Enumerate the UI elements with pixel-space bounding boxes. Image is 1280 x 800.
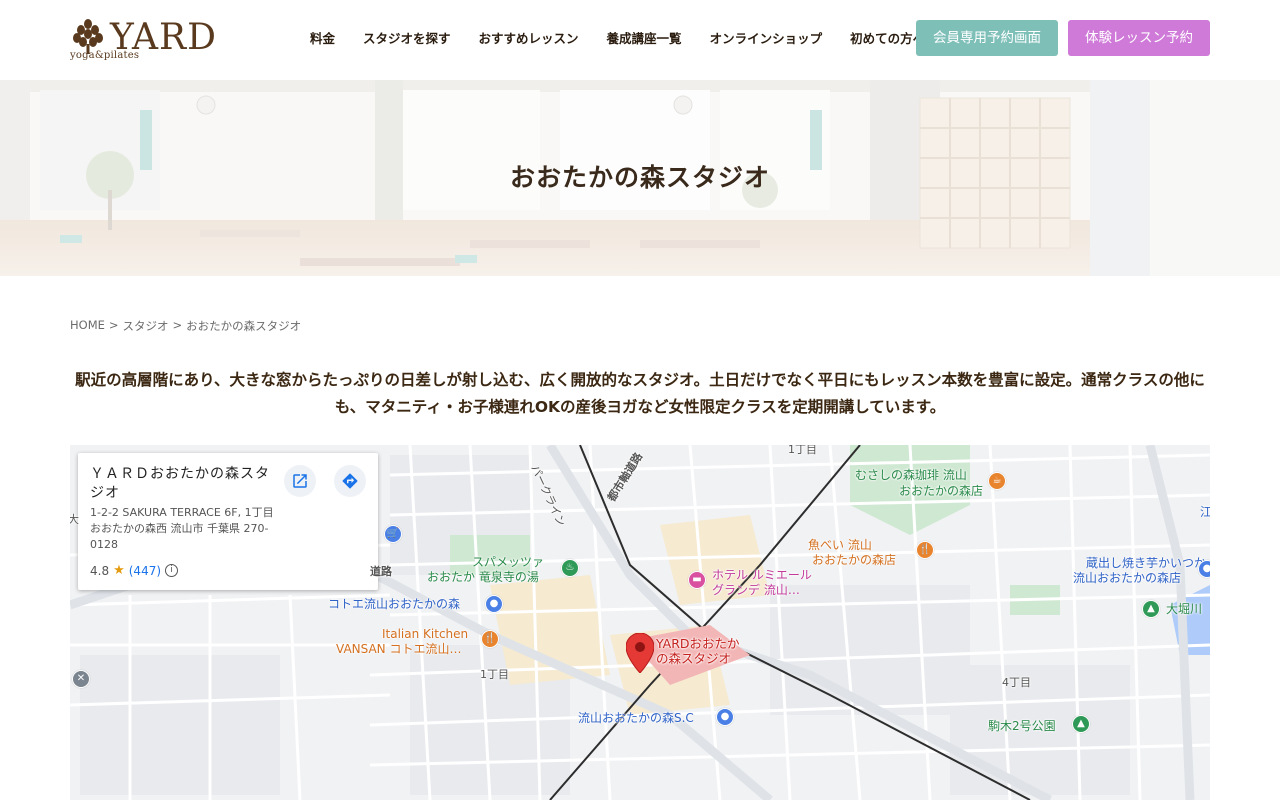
- shopping-cart-pin-icon[interactable]: 🛒: [384, 525, 402, 543]
- site-header: YARD yoga&pilates 料金 スタジオを探す おすすめレッスン 養成…: [0, 0, 1280, 80]
- location-marker-icon[interactable]: [626, 633, 654, 673]
- map-label-uobei-1[interactable]: 魚べい 流山: [808, 538, 872, 552]
- closed-place-pin-icon[interactable]: ✕: [72, 670, 90, 688]
- map-label-cotoe[interactable]: コトエ流山おおたかの森: [328, 597, 460, 611]
- google-map[interactable]: ＹＡＲＤおおたかの森スタジオ 1-2-2 SAKURA TERRACE 6F, …: [70, 445, 1210, 800]
- map-label-1chome-mid: 1丁目: [480, 668, 509, 681]
- member-reservation-button[interactable]: 会員専用予約画面: [916, 20, 1058, 56]
- place-address: 1-2-2 SAKURA TERRACE 6F, 1丁目 おおたかの森西 流山市…: [90, 506, 274, 551]
- breadcrumb-current: おおたかの森スタジオ: [186, 319, 302, 333]
- map-label-italian-2[interactable]: VANSAN コトエ流山…: [336, 642, 461, 656]
- map-label-oohori[interactable]: 大堀川: [1166, 602, 1202, 616]
- map-label-hotel-1[interactable]: ホテル ルミエール: [712, 568, 812, 582]
- map-label-hotel-2[interactable]: グランデ 流山…: [712, 583, 800, 597]
- map-label-kura-1[interactable]: 蔵出し焼き芋かいつか: [1086, 556, 1206, 570]
- page-title: おおたかの森スタジオ: [509, 163, 770, 192]
- sc-pin-icon[interactable]: ●: [716, 708, 734, 726]
- nav-training-courses[interactable]: 養成講座一覧: [593, 28, 696, 50]
- place-name[interactable]: ＹＡＲＤおおたかの森スタジオ: [90, 465, 280, 503]
- map-label-sc[interactable]: 流山おおたかの森S.C: [578, 711, 694, 725]
- yard-logo[interactable]: YARD yoga&pilates: [70, 17, 252, 62]
- main-nav: 料金 スタジオを探す おすすめレッスン 養成講座一覧 オンラインショップ 初めて…: [296, 28, 939, 50]
- breadcrumb-separator: >: [108, 318, 119, 332]
- map-label-spa-2[interactable]: おおたか 竜泉寺の湯: [427, 570, 539, 584]
- map-label-road: 道路: [370, 565, 392, 578]
- logo-subtitle: yoga&pilates: [70, 50, 140, 61]
- mall-pin-icon[interactable]: ●: [485, 595, 503, 613]
- map-label-spa-1[interactable]: スパメッツァ: [472, 555, 544, 569]
- hotel-pin-icon[interactable]: ▬: [688, 571, 706, 589]
- open-in-maps-button[interactable]: [284, 465, 316, 497]
- map-label-komagi[interactable]: 駒木2号公園: [988, 719, 1056, 733]
- nav-find-studio[interactable]: スタジオを探す: [349, 28, 465, 50]
- hero-banner: おおたかの森スタジオ: [0, 80, 1280, 276]
- nav-online-shop[interactable]: オンラインショップ: [696, 28, 837, 50]
- map-label-kura-2[interactable]: 流山おおたかの森店: [1073, 571, 1181, 585]
- map-label-1chome-top: 1丁目: [788, 445, 817, 456]
- map-label-musashi-1[interactable]: むさしの森珈琲 流山: [855, 468, 967, 482]
- directions-icon: [342, 473, 358, 489]
- breadcrumb-home[interactable]: HOME: [70, 318, 105, 334]
- map-label-uobei-2[interactable]: おおたかの森店: [812, 553, 896, 567]
- park-pin-icon[interactable]: ▲: [1142, 600, 1160, 618]
- place-rating: 4.8 ★ (447) i: [90, 563, 179, 578]
- map-label-edge-right: 江: [1200, 505, 1210, 519]
- shop-pin-icon[interactable]: ●: [1198, 560, 1210, 578]
- external-link-icon: [293, 474, 307, 488]
- nav-recommended-lessons[interactable]: おすすめレッスン: [465, 28, 593, 50]
- spa-pin-icon[interactable]: ♨: [561, 559, 579, 577]
- map-label-4chome: 4丁目: [1002, 676, 1031, 689]
- map-label-yard-2[interactable]: の森スタジオ: [656, 652, 731, 666]
- nav-pricing[interactable]: 料金: [296, 28, 349, 50]
- place-info-card: ＹＡＲＤおおたかの森スタジオ 1-2-2 SAKURA TERRACE 6F, …: [78, 453, 378, 590]
- map-label-musashi-2[interactable]: おおたかの森店: [899, 484, 983, 498]
- trial-lesson-button[interactable]: 体験レッスン予約: [1068, 20, 1210, 56]
- star-icon: ★: [113, 563, 125, 578]
- map-label-edge-left: 大: [70, 513, 79, 526]
- cafe-pin-icon[interactable]: ☕: [988, 472, 1006, 490]
- restaurant-pin-icon[interactable]: 🍴: [916, 541, 934, 559]
- komagi-park-pin-icon[interactable]: ▲: [1072, 715, 1090, 733]
- rating-value: 4.8: [90, 563, 110, 578]
- map-label-italian-1[interactable]: Italian Kitchen: [382, 627, 468, 641]
- directions-button[interactable]: [334, 465, 366, 497]
- breadcrumb: HOME > スタジオ > おおたかの森スタジオ: [70, 318, 301, 334]
- italian-restaurant-pin-icon[interactable]: 🍴: [481, 630, 499, 648]
- studio-description: 駅近の高層階にあり、大きな窓からたっぷりの日差しが射し込む、広く開放的なスタジオ…: [75, 371, 1205, 416]
- breadcrumb-studio[interactable]: スタジオ: [123, 318, 169, 334]
- breadcrumb-separator: >: [172, 318, 183, 332]
- info-icon[interactable]: i: [165, 564, 179, 577]
- review-count-link[interactable]: (447): [129, 564, 161, 578]
- map-label-yard-1[interactable]: YARDおおたか: [656, 637, 740, 651]
